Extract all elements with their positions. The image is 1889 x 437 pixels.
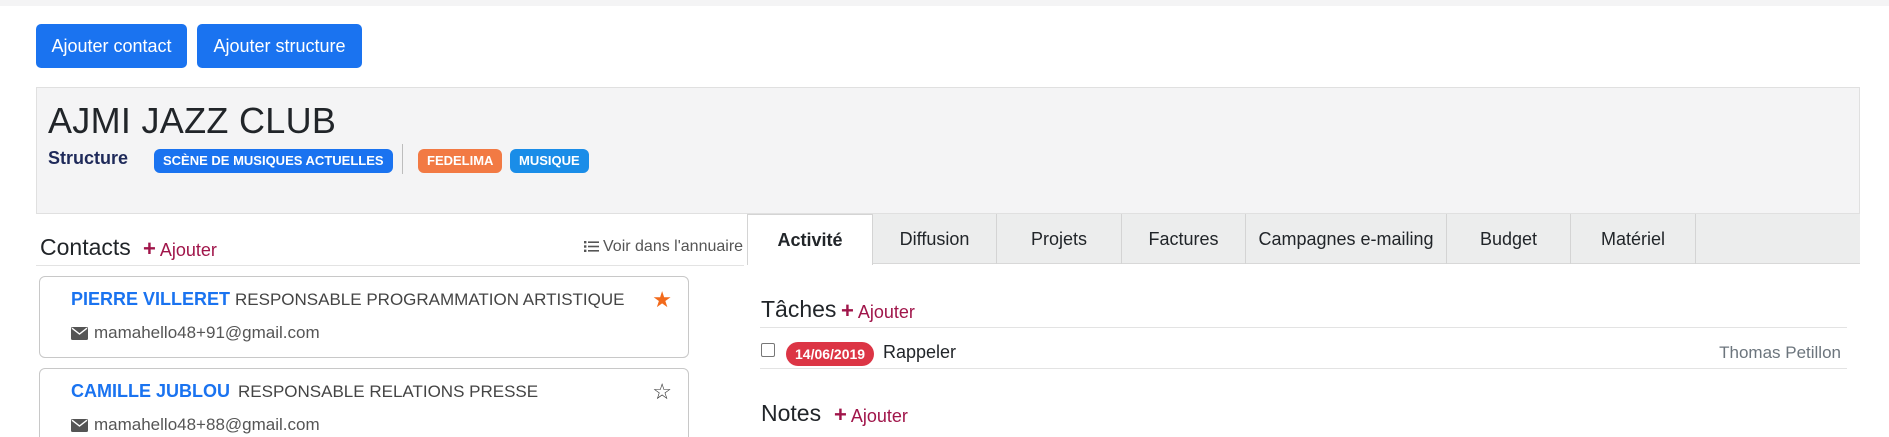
view-directory-link[interactable]: Voir dans l'annuaire [584,238,743,258]
contact-card[interactable]: CAMILLE JUBLOU RESPONSABLE RELATIONS PRE… [39,368,689,437]
contact-email[interactable]: mamahello48+88@gmail.com [71,415,320,437]
tag-scene-musiques[interactable]: SCÈNE DE MUSIQUES ACTUELLES [154,149,393,173]
tab-activite[interactable]: Activité [747,214,873,265]
task-checkbox[interactable] [761,343,775,357]
tab-campagnes-emailing[interactable]: Campagnes e-mailing [1246,214,1447,264]
contacts-heading: Contacts [40,234,131,260]
tag-musique[interactable]: MUSIQUE [510,149,589,173]
add-structure-button[interactable]: Ajouter structure [197,24,362,68]
star-outline-icon[interactable]: ☆ [652,379,672,405]
contact-role: RESPONSABLE RELATIONS PRESSE [238,382,539,401]
contact-card[interactable]: PIERRE VILLERET RESPONSABLE PROGRAMMATIO… [39,276,689,358]
page-title: AJMI JAZZ CLUB [48,100,337,141]
task-date-badge: 14/06/2019 [786,342,875,366]
tag-divider [402,144,403,174]
plus-icon: + [143,236,156,261]
tag-fedelima[interactable]: FEDELIMA [418,149,503,173]
contact-role: RESPONSABLE PROGRAMMATION ARTISTIQUE [235,290,625,309]
add-task-link[interactable]: + Ajouter [841,298,915,324]
plus-icon: + [841,298,854,323]
star-filled-icon[interactable]: ★ [652,287,672,313]
add-note-link[interactable]: + Ajouter [834,402,908,428]
tab-budget[interactable]: Budget [1447,214,1571,264]
envelope-icon [71,325,88,345]
tab-projets[interactable]: Projets [997,214,1122,264]
list-icon [584,240,599,258]
tasks-heading: Tâches [761,296,837,322]
add-contact-button[interactable]: Ajouter contact [36,24,187,68]
contacts-divider [36,265,744,266]
tab-materiel[interactable]: Matériel [1571,214,1696,264]
tabs-bar: Activité Diffusion Projets Factures Camp… [747,214,1860,265]
contact-email[interactable]: mamahello48+91@gmail.com [71,323,320,345]
tab-factures[interactable]: Factures [1122,214,1246,264]
contact-name[interactable]: PIERRE VILLERET [71,289,230,310]
envelope-icon [71,417,88,437]
task-text[interactable]: Rappeler [883,342,956,363]
contact-name[interactable]: CAMILLE JUBLOU [71,381,230,402]
tasks-divider [760,327,1847,328]
tab-diffusion[interactable]: Diffusion [873,214,997,264]
plus-icon: + [834,402,847,427]
add-contact-link[interactable]: + Ajouter [143,236,217,262]
notes-heading: Notes [761,400,822,426]
task-owner: Thomas Petillon [1719,343,1841,362]
task-row-divider [760,368,1847,369]
structure-type-label: Structure [48,148,129,168]
top-strip [0,0,1889,6]
structure-header: AJMI JAZZ CLUB Structure SCÈNE DE MUSIQU… [36,87,1860,214]
